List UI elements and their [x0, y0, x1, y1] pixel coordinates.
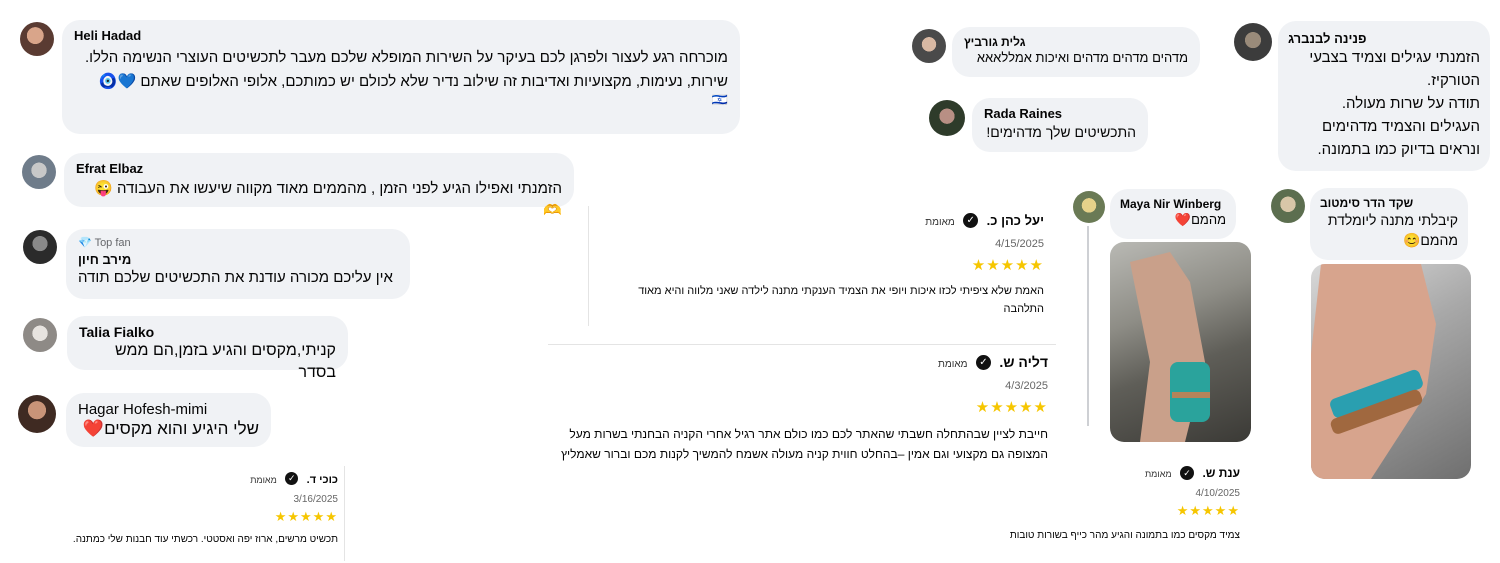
wrist-photo-graphic [1130, 252, 1210, 442]
comment-text: שירות, נעימות, מקצועיות ואדיבות זה שילוב… [98, 73, 728, 90]
commenter-name[interactable]: שקד הדר סימטוב [1320, 196, 1458, 210]
commenter-name[interactable]: Rada Raines [984, 106, 1136, 121]
efrat-avatar[interactable] [22, 155, 56, 189]
commenter-name[interactable]: Talia Fialko [79, 324, 336, 340]
star-rating: ★★★★★ [975, 399, 1048, 416]
bracelet-photo-graphic [1311, 264, 1436, 479]
comment-text: מהמם😊 [1402, 232, 1458, 248]
review-body: האמת שלא ציפיתי לכזו איכות ויופי את הצמי… [638, 285, 1044, 315]
hagar-avatar[interactable] [18, 395, 56, 433]
penina-avatar[interactable] [1234, 23, 1272, 61]
review-card-yael: יעל כהן כ. ✓ מאומת 4/15/2025 ★★★★★ האמת … [588, 206, 1050, 326]
comment-text: העגילים והצמיד מדהימים [1322, 118, 1480, 135]
heli-avatar[interactable] [20, 22, 54, 56]
shaked-comment-bubble: שקד הדר סימטוב קיבלתי מתנה ליומלדת מהמם😊 [1310, 188, 1468, 260]
talia-avatar[interactable] [23, 318, 57, 352]
commenter-name[interactable]: גלית גורביץ [964, 35, 1188, 49]
talia-comment-bubble: Talia Fialko קניתי,מקסים והגיע בזמן,הם מ… [67, 316, 348, 381]
maya-avatar[interactable] [1073, 191, 1105, 223]
comment-text: מדהים מדהים מדהים ואיכות אמללאאא [976, 50, 1188, 65]
thread-line [1087, 226, 1089, 426]
merav-avatar[interactable] [23, 230, 57, 264]
wrist-photo[interactable] [1110, 242, 1251, 442]
commenter-name[interactable]: מירב חיון [78, 252, 398, 267]
verified-check-icon: ✓ [1180, 465, 1194, 480]
review-card-anat: ענת ש. ✓ מאומת 4/10/2025 ★★★★★ צמיד מקסי… [980, 460, 1242, 555]
comment-text: מהמם❤️ [1174, 212, 1226, 227]
verified-label: מאומת [925, 217, 955, 228]
comment-text: הזמנתי ואפילו הגיע לפני הזמן , מהממים מא… [94, 180, 562, 219]
reviewer-name: דליה ש. [999, 354, 1048, 370]
comment-text: קיבלתי מתנה ליומלדת [1327, 212, 1458, 228]
verified-check-icon: ✓ [963, 213, 979, 229]
verified-label: מאומת [250, 475, 277, 485]
review-date: 3/16/2025 [293, 494, 339, 505]
commenter-name[interactable]: פנינה לבנברג [1288, 31, 1480, 46]
review-date: 4/15/2025 [995, 238, 1044, 250]
hagar-comment-bubble: Hagar Hofesh-mimi שלי היגיע והוא מקסים❤️ [66, 393, 271, 447]
top-fan-badge: Top fan [94, 237, 131, 249]
comment-text: התכשיטים שלך מדהימים! [986, 124, 1136, 140]
reviewer-name: יעל כהן כ. [986, 213, 1044, 228]
maya-comment-bubble: Maya Nir Winberg מהמם❤️ [1110, 189, 1236, 239]
review-body: צמיד מקסים כמו בתמונה והגיע מהר כייף בשו… [1009, 530, 1240, 541]
reviewer-name: כוכי ד. [306, 474, 338, 486]
reviewer-name: ענת ש. [1202, 466, 1240, 480]
galit-comment-bubble: גלית גורביץ מדהים מדהים מדהים ואיכות אמל… [952, 27, 1200, 77]
review-date: 4/3/2025 [1005, 380, 1048, 392]
comment-text: הטורקיז. [1427, 72, 1480, 89]
penina-comment-bubble: פנינה לבנברג הזמנתי עגילים וצמיד בצבעי ה… [1278, 21, 1490, 171]
rada-avatar[interactable] [929, 100, 965, 136]
heli-comment-bubble: Heli Hadad מוכרחה רגע לעצור ולפרגן לכם ב… [62, 20, 740, 134]
comment-text: אין עליכם מכורה עודנת את התכשיטים שלכם ת… [78, 269, 393, 286]
efrat-comment-bubble: Efrat Elbaz הזמנתי ואפילו הגיע לפני הזמן… [64, 153, 574, 219]
review-body: חייבת לציין שבהתחלה חשבתי שהאתר לכם כמו … [560, 427, 1048, 481]
comment-text: מוכרחה רגע לעצור ולפרגן לכם בעיקר על השי… [84, 49, 728, 66]
comment-text: שלי היגיע והוא מקסים❤️ [82, 419, 259, 438]
star-rating: ★★★★★ [1176, 503, 1240, 518]
galit-avatar[interactable] [912, 29, 946, 63]
rada-comment-bubble: Rada Raines התכשיטים שלך מדהימים! [972, 98, 1148, 152]
review-card-kochi: כוכי ד. ✓ מאומת 3/16/2025 ★★★★★ תכשיט מר… [55, 466, 345, 561]
commenter-name[interactable]: Hagar Hofesh-mimi [78, 401, 259, 418]
divider [548, 344, 1056, 345]
comment-text: קניתי,מקסים והגיע בזמן,הם ממש בסדר [115, 342, 336, 381]
israel-flag-icon: 🇮🇱 [711, 92, 728, 107]
verified-label: מאומת [937, 359, 968, 370]
comment-text: הזמנתי עגילים וצמיד בצבעי [1309, 49, 1480, 66]
star-rating: ★★★★★ [971, 257, 1044, 274]
commenter-name[interactable]: Efrat Elbaz [76, 161, 562, 176]
commenter-name[interactable]: Heli Hadad [74, 28, 728, 43]
top-fan-icon: 💎 [78, 237, 92, 249]
shaked-avatar[interactable] [1271, 189, 1305, 223]
verified-label: מאומת [1144, 469, 1172, 479]
comment-text: ונראים בדיוק כמו בתמונה. [1317, 141, 1481, 158]
commenter-name[interactable]: Maya Nir Winberg [1120, 197, 1226, 211]
verified-check-icon: ✓ [285, 472, 299, 486]
star-rating: ★★★★★ [274, 509, 338, 524]
review-card-dalia: דליה ש. ✓ מאומת 4/3/2025 ★★★★★ חייבת לצי… [548, 350, 1050, 500]
review-date: 4/10/2025 [1195, 488, 1241, 499]
bracelet-photo[interactable] [1311, 264, 1471, 479]
merav-comment-bubble: 💎 Top fan מירב חיון אין עליכם מכורה עודנ… [66, 229, 410, 299]
comment-text: תודה על שרות מעולה. [1341, 95, 1480, 112]
review-body: תכשיט מרשים, ארוז יפה ואסטטי. רכשתי עוד … [72, 534, 338, 545]
verified-check-icon: ✓ [975, 355, 991, 371]
